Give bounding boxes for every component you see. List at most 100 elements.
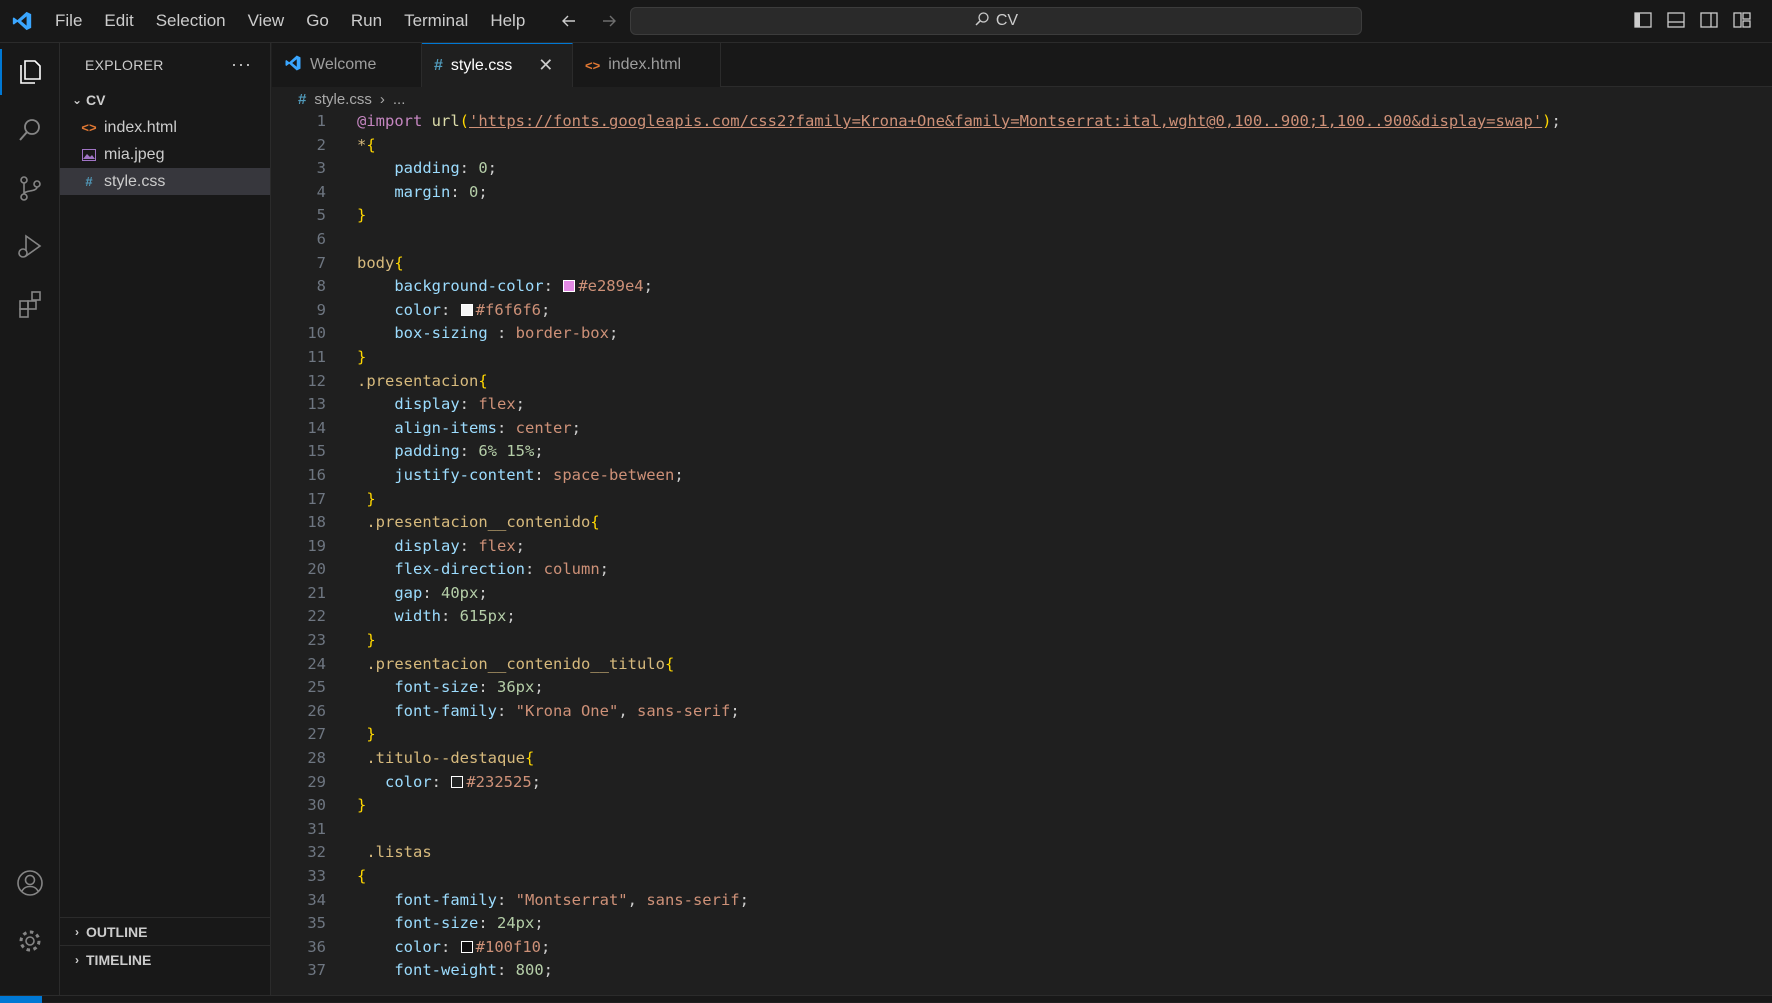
code-line[interactable]: 16 justify-content: space-between;: [272, 466, 1772, 490]
toggle-panel-icon[interactable]: [1666, 10, 1686, 30]
code-line[interactable]: 37 font-weight: 800;: [272, 961, 1772, 985]
line-number: 34: [307, 890, 326, 909]
code-line[interactable]: 2 *{: [272, 136, 1772, 160]
code-line[interactable]: 35 font-size: 24px;: [272, 914, 1772, 938]
code-line[interactable]: 36 color: #100f10;: [272, 938, 1772, 962]
code-line[interactable]: 22 width: 615px;: [272, 607, 1772, 631]
line-text: box-sizing : border-box;: [394, 324, 619, 343]
toggle-primary-sidebar-icon[interactable]: [1633, 10, 1653, 30]
code-line[interactable]: 3 padding: 0;: [272, 159, 1772, 183]
code-line[interactable]: 10 box-sizing : border-box;: [272, 324, 1772, 348]
line-number: 23: [307, 631, 326, 650]
code-line[interactable]: 34 font-family: "Montserrat", sans-serif…: [272, 891, 1772, 915]
code-line[interactable]: 27 }: [272, 725, 1772, 749]
line-text: }: [366, 725, 376, 744]
toggle-secondary-sidebar-icon[interactable]: [1699, 10, 1719, 30]
code-line[interactable]: 12 .presentacion{: [272, 372, 1772, 396]
code-line[interactable]: 7 body{: [272, 254, 1772, 278]
close-icon[interactable]: ✕: [538, 55, 553, 76]
menu-help[interactable]: Help: [479, 6, 536, 36]
code-line[interactable]: 13 display: flex;: [272, 395, 1772, 419]
code-line[interactable]: 28 .titulo--destaque{: [272, 749, 1772, 773]
breadcrumb: # style.css › ...: [272, 87, 1772, 111]
line-number: 12: [307, 371, 326, 390]
code-line[interactable]: 20 flex-direction: column;: [272, 560, 1772, 584]
line-text: justify-content: space-between;: [394, 465, 684, 484]
line-number: 29: [307, 772, 326, 791]
run-debug-icon[interactable]: [0, 217, 60, 275]
source-control-icon[interactable]: [0, 159, 60, 217]
code-line[interactable]: 19 display: flex;: [272, 537, 1772, 561]
command-center-search[interactable]: CV: [630, 7, 1362, 35]
code-line[interactable]: 17 }: [272, 490, 1772, 514]
code-line[interactable]: 30}: [272, 796, 1772, 820]
line-text: body{: [357, 253, 404, 272]
explorer-sidebar: EXPLORER ··· ⌄ CV <> index.html mia.jpeg…: [60, 43, 271, 995]
back-arrow-icon[interactable]: [556, 8, 582, 34]
tab-style-css[interactable]: # style.css ✕: [422, 43, 573, 87]
line-number: 9: [316, 300, 326, 319]
tab-welcome[interactable]: Welcome: [272, 43, 422, 87]
tab-index-html[interactable]: <> index.html: [573, 43, 721, 87]
menu-run[interactable]: Run: [340, 6, 393, 36]
file-name: mia.jpeg: [104, 145, 165, 163]
menu-selection[interactable]: Selection: [145, 6, 237, 36]
line-text: padding: 6% 15%;: [394, 442, 544, 461]
extensions-icon[interactable]: [0, 275, 60, 333]
code-line[interactable]: 25 font-size: 36px;: [272, 678, 1772, 702]
line-number: 21: [307, 583, 326, 602]
code-line[interactable]: 24 .presentacion__contenido__titulo{: [272, 655, 1772, 679]
forward-arrow-icon[interactable]: [596, 8, 622, 34]
code-line[interactable]: 26 font-family: "Krona One", sans-serif;: [272, 702, 1772, 726]
breadcrumb-file[interactable]: style.css: [314, 91, 372, 108]
code-line[interactable]: 9 color: #f6f6f6;: [272, 301, 1772, 325]
line-text: {: [357, 867, 367, 885]
settings-gear-icon[interactable]: [0, 912, 60, 970]
line-text: [326, 230, 357, 254]
menu-go[interactable]: Go: [295, 6, 340, 36]
file-mia-jpeg[interactable]: mia.jpeg: [60, 141, 270, 168]
status-bar: [0, 995, 1772, 1003]
code-line[interactable]: 32 .listas: [272, 843, 1772, 867]
code-line[interactable]: 1 @import url('https://fonts.googleapis.c…: [272, 112, 1772, 136]
code-line[interactable]: 8 background-color: #e289e4;: [272, 277, 1772, 301]
file-index-html[interactable]: <> index.html: [60, 114, 270, 141]
menu-view[interactable]: View: [237, 6, 296, 36]
menu-file[interactable]: File: [44, 6, 93, 36]
code-line[interactable]: 11}: [272, 348, 1772, 372]
code-line[interactable]: 14 align-items: center;: [272, 419, 1772, 443]
code-line[interactable]: 18 .presentacion__contenido{: [272, 513, 1772, 537]
breadcrumb-rest[interactable]: ...: [393, 91, 406, 108]
line-text: width: 615px;: [394, 607, 516, 626]
code-line[interactable]: 33 {: [272, 867, 1772, 891]
code-editor[interactable]: 1 @import url('https://fonts.googleapis.c…: [272, 112, 1772, 985]
line-number: 10: [307, 324, 326, 343]
code-line[interactable]: 31: [272, 820, 1772, 844]
line-number: 24: [307, 654, 326, 673]
more-actions-icon[interactable]: ···: [231, 54, 252, 75]
css-file-icon: #: [298, 90, 307, 108]
code-line[interactable]: 5}: [272, 206, 1772, 230]
search-sidebar-icon[interactable]: [0, 101, 60, 159]
file-style-css[interactable]: # style.css: [60, 168, 270, 195]
code-line[interactable]: 4 margin: 0;: [272, 183, 1772, 207]
line-number: 15: [307, 442, 326, 461]
outline-section[interactable]: › OUTLINE: [60, 917, 271, 945]
code-line[interactable]: 21 gap: 40px;: [272, 584, 1772, 608]
line-number: 30: [307, 796, 326, 815]
folder-cv[interactable]: ⌄ CV: [60, 86, 270, 114]
editor-tabs: Welcome # style.css ✕ <> index.html: [272, 43, 1772, 87]
customize-layout-icon[interactable]: [1732, 10, 1752, 30]
timeline-label: TIMELINE: [86, 951, 152, 968]
accounts-icon[interactable]: [0, 854, 60, 912]
timeline-section[interactable]: › TIMELINE: [60, 945, 271, 973]
code-line[interactable]: 29 color: #232525;: [272, 773, 1772, 797]
code-line[interactable]: 6: [272, 230, 1772, 254]
code-line[interactable]: 15 padding: 6% 15%;: [272, 442, 1772, 466]
menu-edit[interactable]: Edit: [93, 6, 144, 36]
explorer-icon[interactable]: [0, 43, 60, 101]
html-file-icon: <>: [585, 57, 601, 73]
code-line[interactable]: 23 }: [272, 631, 1772, 655]
menu-terminal[interactable]: Terminal: [393, 6, 479, 36]
html-file-icon: <>: [81, 120, 97, 135]
